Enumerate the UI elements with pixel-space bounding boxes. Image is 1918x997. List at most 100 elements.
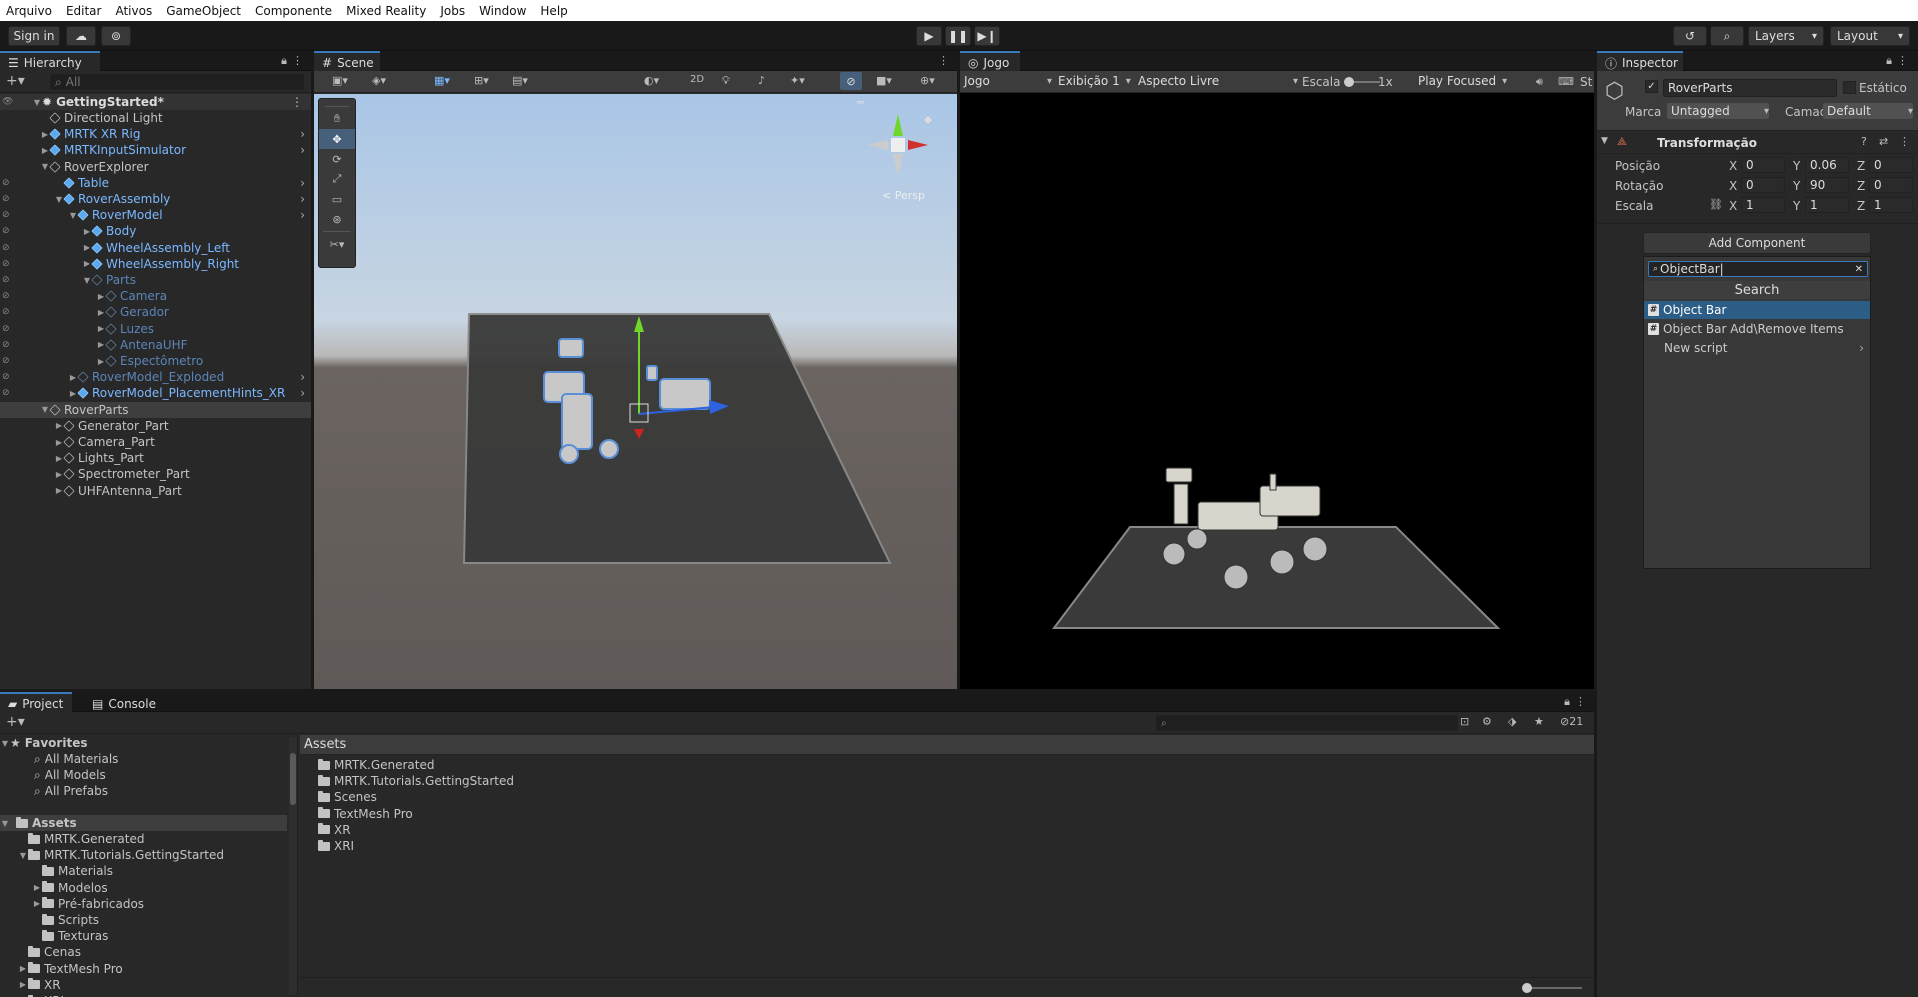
static-checkbox[interactable] (1843, 81, 1856, 94)
more-icon[interactable]: ⋮ (292, 54, 303, 67)
hierarchy-item[interactable]: ⊘ ▼ RoverAssembly › (0, 191, 311, 207)
lock-icon[interactable]: 🔒︎ (1564, 695, 1570, 709)
project-tree-item[interactable]: MRTK.Generated (0, 831, 297, 847)
draw-mode-icon[interactable]: ▣▾ (332, 74, 348, 87)
breadcrumb[interactable]: Assets (300, 735, 1594, 755)
rotation-y-input[interactable]: 90 (1805, 177, 1849, 193)
hierarchy-item[interactable]: Directional Light (0, 110, 311, 126)
asset-folder-item[interactable]: MRTK.Generated (300, 757, 1594, 773)
expand-icon[interactable]: ▶ (96, 292, 106, 301)
assets-root-row[interactable]: ▼ Assets (0, 815, 287, 831)
collapse-icon[interactable]: ▼ (1601, 136, 1608, 146)
project-tree-item[interactable]: Texturas (0, 928, 297, 944)
mode-2d-button[interactable]: 2D (690, 74, 704, 85)
history-icon[interactable]: ↺ (1673, 26, 1707, 46)
favorite-item[interactable]: ⌕ All Models (0, 767, 297, 783)
hierarchy-item[interactable]: ⊘ ▼ RoverModel › (0, 207, 311, 223)
hierarchy-item[interactable]: ⊘ ▶ Camera (0, 288, 311, 304)
position-y-input[interactable]: 0.06 (1805, 157, 1849, 173)
visibility-icon[interactable]: ⊘ (2, 275, 10, 285)
move-tool-icon[interactable]: ✥ (319, 129, 355, 149)
hierarchy-item[interactable]: ▶ MRTK XR Rig › (0, 126, 311, 142)
more-icon[interactable]: ⋮ (291, 95, 303, 109)
aspect-dropdown[interactable]: Aspecto Livre (1138, 74, 1298, 88)
visibility-icon[interactable]: ⊘ (2, 307, 10, 317)
asset-folder-item[interactable]: Scenes (300, 789, 1594, 805)
hierarchy-item[interactable]: ⊘ ▶ Luzes (0, 321, 311, 337)
hierarchy-search-input[interactable]: ⌕ All (50, 74, 304, 90)
sign-in-button[interactable]: Sign in (8, 26, 60, 46)
tag-dropdown[interactable]: Untagged (1667, 103, 1769, 119)
play-mode-dropdown[interactable]: Play Focused (1418, 74, 1507, 88)
layout-dropdown[interactable]: Layout ▾ (1830, 26, 1910, 46)
add-icon[interactable]: +▾ (6, 73, 25, 89)
scale-y-input[interactable]: 1 (1805, 197, 1849, 213)
asset-folder-item[interactable]: XR (300, 822, 1594, 838)
hierarchy-item[interactable]: ▶ Spectrometer_Part (0, 466, 311, 482)
result-object-bar-add-remove[interactable]: # Object Bar Add\Remove Items (1644, 320, 1870, 338)
hierarchy-item[interactable]: ⊘ ▶ Body (0, 223, 311, 239)
increment-icon[interactable]: ▤▾ (512, 74, 528, 87)
expand-icon[interactable]: ▶ (32, 899, 42, 908)
persp-label[interactable]: < Persp (882, 189, 925, 202)
lighting-icon[interactable]: 💡︎ (722, 74, 730, 88)
menu-editar[interactable]: Editar (66, 4, 102, 18)
expand-icon[interactable]: ▶ (40, 130, 50, 139)
project-tree-item[interactable]: Cenas (0, 944, 297, 960)
tab-inspector[interactable]: ⓘ Inspector (1597, 51, 1683, 71)
hierarchy-item[interactable]: ▼ RoverParts (0, 401, 311, 418)
position-z-input[interactable]: 0 (1869, 157, 1913, 173)
chevron-right-icon[interactable]: › (300, 192, 305, 206)
rotation-z-input[interactable]: 0 (1869, 177, 1913, 193)
step-button[interactable]: ▶❙ (974, 26, 1000, 46)
pause-button[interactable]: ❚❚ (945, 26, 971, 46)
expand-icon[interactable]: ▼ (68, 211, 78, 220)
asset-folder-item[interactable]: MRTK.Tutorials.GettingStarted (300, 773, 1594, 789)
hierarchy-item[interactable]: ⊘ ▶ RoverModel_PlacementHints_XR › (0, 385, 311, 401)
result-object-bar[interactable]: # Object Bar (1644, 301, 1870, 319)
game-viewport[interactable] (960, 94, 1594, 689)
asset-folder-item[interactable]: TextMesh Pro (300, 806, 1594, 822)
chevron-right-icon[interactable]: › (300, 386, 305, 400)
lock-icon[interactable]: 🔒︎ (281, 54, 287, 68)
expand-icon[interactable]: ▶ (40, 146, 50, 155)
visibility-icon[interactable]: ⊘ (2, 340, 10, 350)
expand-icon[interactable]: ▶ (18, 980, 28, 989)
menu-jobs[interactable]: Jobs (440, 4, 465, 18)
mute-icon[interactable]: 🔊︎ (1536, 75, 1543, 89)
project-tree-item[interactable]: ▶XRI (0, 993, 297, 997)
search-by-type-icon[interactable]: ⊡ (1460, 715, 1469, 728)
rect-tool-icon[interactable]: ▭ (319, 189, 355, 209)
grid-snap-icon[interactable]: ▦▾ (434, 74, 450, 87)
expand-icon[interactable]: ▶ (54, 470, 64, 479)
render-icon[interactable]: ◈▾ (372, 74, 386, 87)
hierarchy-item[interactable]: ▶ Camera_Part (0, 434, 311, 450)
tab-game[interactable]: ◎ Jogo (960, 51, 1020, 71)
asset-folder-item[interactable]: XRI (300, 838, 1594, 854)
active-checkbox[interactable]: ✓ (1645, 80, 1658, 93)
project-tree-item[interactable]: ▶ XR (0, 977, 297, 993)
lock-icon[interactable]: 🔒︎ (1886, 54, 1892, 68)
result-new-script[interactable]: New script › (1644, 339, 1870, 357)
menu-window[interactable]: Window (479, 4, 526, 18)
more-icon[interactable]: ⋮ (1899, 135, 1910, 148)
visibility-icon[interactable]: ⊘ (2, 226, 10, 236)
shading-icon[interactable]: ◐▾ (644, 74, 659, 87)
more-icon[interactable]: ⋮ (1897, 54, 1908, 67)
menu-help[interactable]: Help (540, 4, 567, 18)
stats-button[interactable]: St (1580, 75, 1592, 89)
expand-icon[interactable]: ▼ (18, 851, 28, 860)
more-icon[interactable]: ⋮ (938, 54, 949, 67)
visibility-icon[interactable]: ⊘ (2, 243, 10, 253)
expand-icon[interactable]: ▶ (54, 454, 64, 463)
project-tree-item[interactable]: ▶ Pré-fabricados (0, 896, 297, 912)
hierarchy-item[interactable]: ⊘ ▶ AntenaUHF (0, 337, 311, 353)
cloud-icon[interactable]: ☁ (66, 26, 96, 46)
hierarchy-item[interactable]: ⊘ ▶ WheelAssembly_Right (0, 256, 311, 272)
expand-icon[interactable]: ▶ (32, 883, 42, 892)
link-icon[interactable]: ⛓︎ (1709, 198, 1723, 211)
filter-icon[interactable]: ⚙ (1482, 715, 1492, 728)
scale-tool-icon[interactable]: ⤢ (319, 169, 355, 189)
chevron-right-icon[interactable]: › (300, 208, 305, 222)
expand-icon[interactable]: ▼ (0, 819, 10, 828)
